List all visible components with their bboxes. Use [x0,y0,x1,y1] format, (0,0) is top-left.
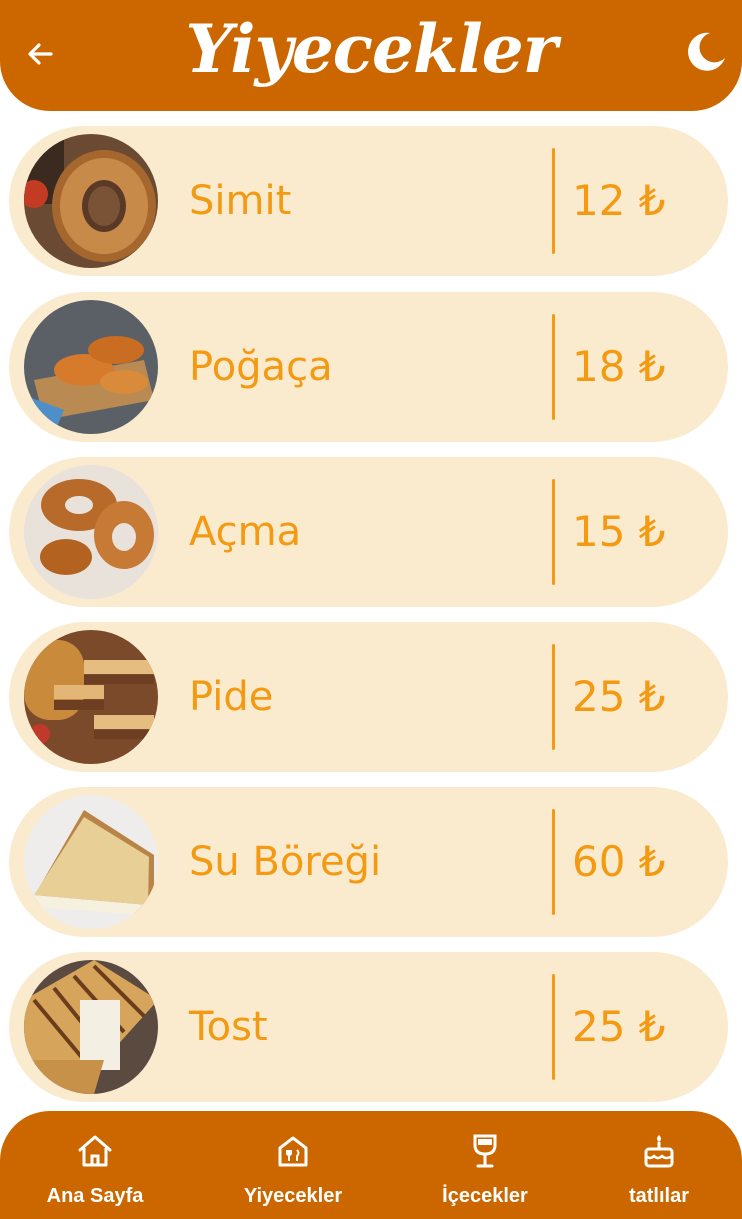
divider [552,974,555,1080]
nav-label: Ana Sayfa [46,1185,144,1207]
tost-image [24,960,158,1094]
pide-image [24,630,158,764]
item-price: 60 ₺ [572,837,666,886]
app-bar: Yiyecekler [0,0,742,111]
divider [552,479,555,585]
food-card[interactable]: Simit 12 ₺ [9,126,728,276]
nav-label: Yiyecekler [243,1185,343,1207]
item-name: Poğaça [189,344,333,390]
item-name: Tost [189,1004,268,1050]
drink-icon [473,1134,497,1168]
pogaca-image [24,300,158,434]
nav-drinks[interactable]: İçecekler [410,1131,560,1208]
theme-toggle-button[interactable] [684,30,728,74]
nav-home[interactable]: Ana Sayfa [20,1131,170,1208]
page-title: Yiyecekler [185,10,557,88]
divider [552,314,555,420]
item-price: 18 ₺ [572,342,666,391]
bottom-navigation: Ana Sayfa Yiyecekler İçecekler tatlılar [0,1111,742,1219]
nav-food[interactable]: Yiyecekler [218,1131,368,1208]
nav-label: tatlılar [628,1185,690,1207]
moon-icon [688,32,725,71]
cake-icon [644,1135,674,1168]
item-price: 25 ₺ [572,672,666,721]
divider [552,644,555,750]
nav-desserts[interactable]: tatlılar [584,1131,734,1208]
divider [552,148,555,254]
item-name: Su Böreği [189,839,382,885]
food-card[interactable]: Poğaça 18 ₺ [9,292,728,442]
item-name: Simit [189,178,292,224]
nav-label: İçecekler [442,1185,528,1207]
acma-image [24,465,158,599]
item-name: Açma [189,509,302,555]
food-card[interactable]: Tost 25 ₺ [9,952,728,1102]
home-icon [78,1135,112,1167]
food-card[interactable]: Açma 15 ₺ [9,457,728,607]
item-price: 12 ₺ [572,176,666,225]
su-boregi-image [24,795,158,929]
food-icon [278,1136,308,1167]
divider [552,809,555,915]
item-name: Pide [189,674,274,720]
simit-image [24,134,158,268]
item-price: 25 ₺ [572,1002,666,1051]
item-price: 15 ₺ [572,507,666,556]
food-card[interactable]: Pide 25 ₺ [9,622,728,772]
food-card[interactable]: Su Böreği 60 ₺ [9,787,728,937]
